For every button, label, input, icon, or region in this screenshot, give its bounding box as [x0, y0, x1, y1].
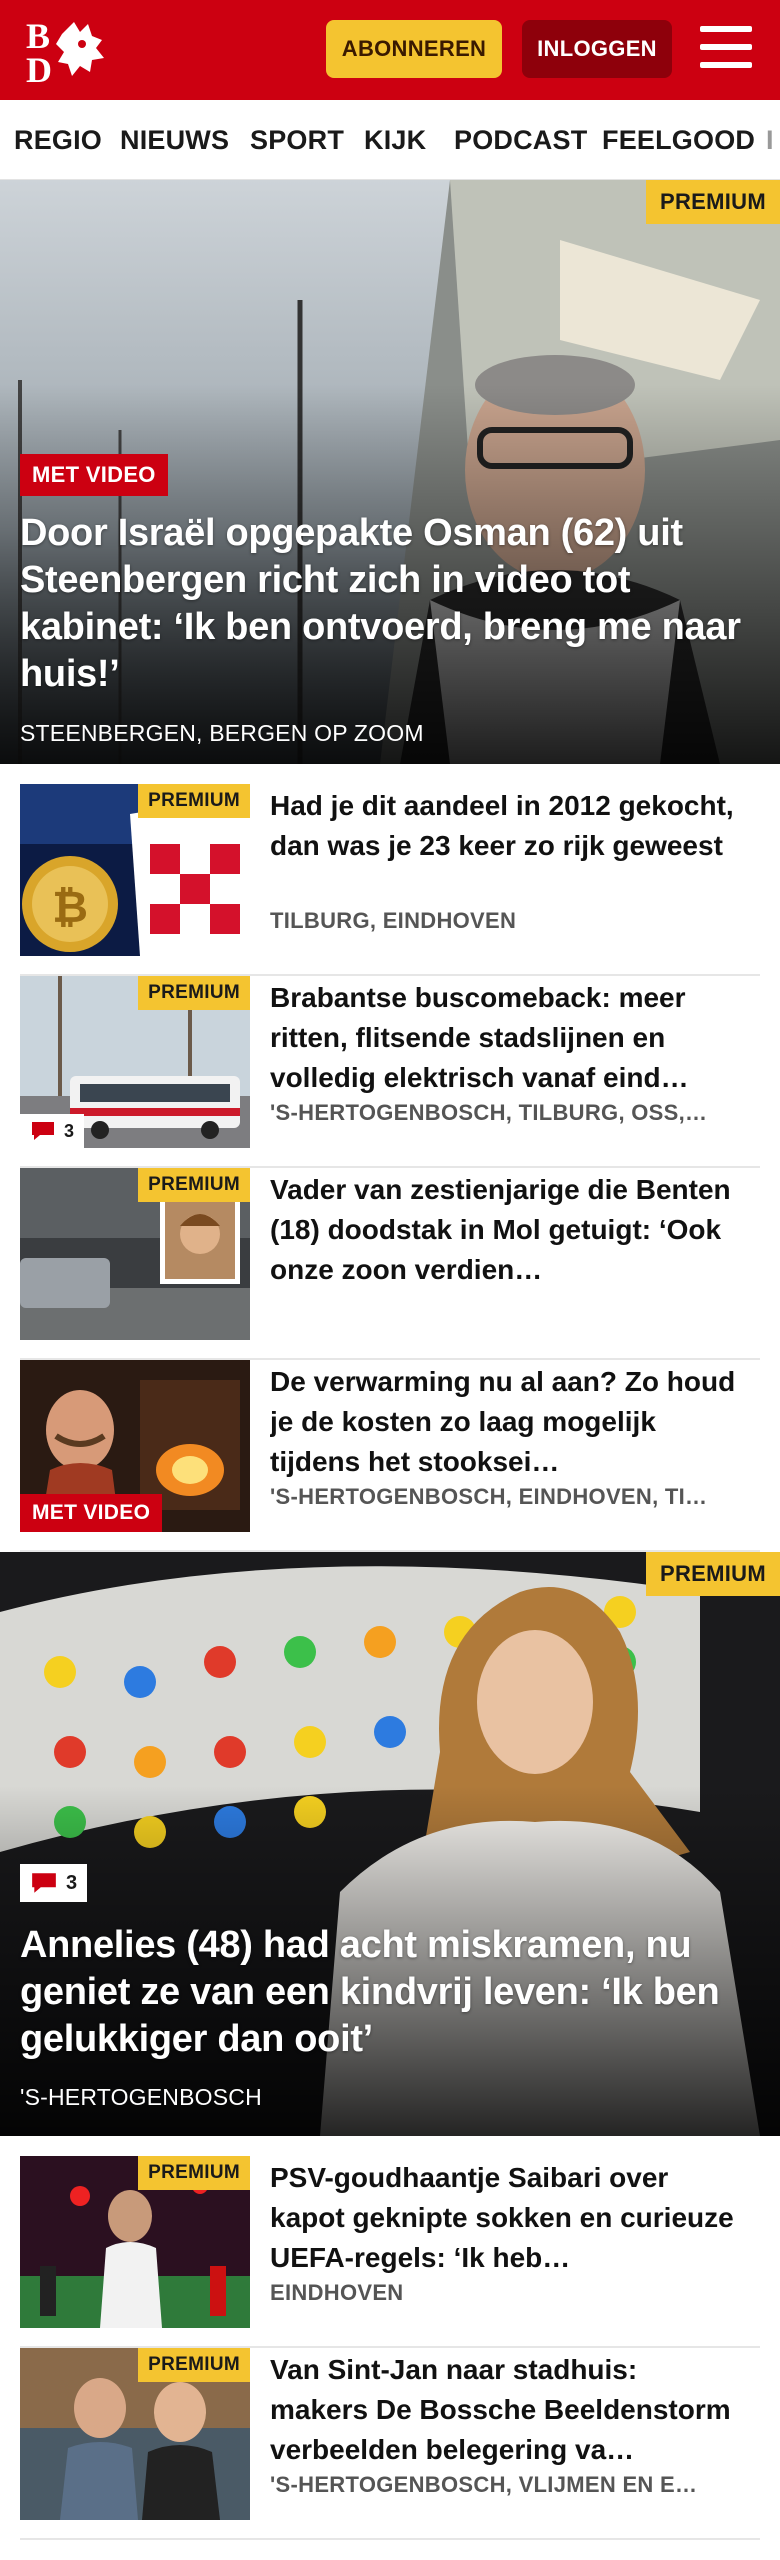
article-title[interactable]: Vader van zestienjarige die Benten (18) …: [270, 1170, 740, 1290]
comment-count: 3: [64, 1120, 75, 1141]
hero-article-2[interactable]: PREMIUM 3 Annelies (48) had acht miskram…: [0, 1552, 780, 2136]
section-nav: REGIO NIEUWS SPORT KIJK PODCAST FEELGOOD…: [0, 100, 780, 180]
nav-item-feelgood[interactable]: FEELGOOD: [602, 100, 755, 179]
comment-icon: [32, 1873, 56, 1893]
article-thumbnail: PREMIUM: [20, 2156, 250, 2328]
nav-item-podcast[interactable]: PODCAST: [454, 100, 587, 179]
comment-icon: [32, 1122, 54, 1140]
bd-logo[interactable]: B D: [22, 14, 122, 90]
subscribe-button[interactable]: ABONNEREN: [326, 20, 502, 78]
article-thumbnail: ₿ PREMIUM: [20, 784, 250, 956]
login-button[interactable]: INLOGGEN: [522, 20, 672, 78]
hero-title[interactable]: Annelies (48) had acht miskramen, nu gen…: [20, 1922, 760, 2063]
article-title[interactable]: De verwarming nu al aan? Zo houd je de k…: [270, 1362, 740, 1482]
nav-item-sport[interactable]: SPORT: [250, 100, 344, 179]
article-location: EINDHOVEN: [270, 2280, 404, 2305]
nav-item-more[interactable]: I: [766, 100, 774, 179]
list-item[interactable]: PREMIUM Vader van zestienjarige die Bent…: [20, 1168, 760, 1360]
article-location: 'S-HERTOGENBOSCH, EINDHOVEN, TI…: [270, 1484, 708, 1509]
list-item[interactable]: ₿ PREMIUM Had je dit aandeel in 2012 gek…: [20, 784, 760, 976]
article-location: 'S-HERTOGENBOSCH, TILBURG, OSS,…: [270, 1100, 708, 1125]
article-location: 'S-HERTOGENBOSCH, VLIJMEN EN E…: [270, 2472, 698, 2497]
list-item[interactable]: PREMIUM PSV-goudhaantje Saibari over kap…: [20, 2156, 760, 2348]
article-location: TILBURG, EINDHOVEN: [270, 908, 517, 933]
nav-item-regio[interactable]: REGIO: [14, 100, 102, 179]
svg-text:D: D: [26, 50, 52, 86]
video-badge: MET VIDEO: [20, 1494, 163, 1532]
premium-badge: PREMIUM: [646, 1552, 780, 1596]
hero-location: 'S-HERTOGENBOSCH: [20, 2084, 262, 2110]
premium-badge: PREMIUM: [138, 2348, 250, 2382]
article-thumbnail: MET VIDEO: [20, 1360, 250, 1532]
article-title[interactable]: PSV-goudhaantje Saibari over kapot gekni…: [270, 2158, 740, 2278]
hero-article[interactable]: PREMIUM MET VIDEO Door Israël opgepakte …: [0, 180, 780, 764]
list-item[interactable]: PREMIUM Van Sint-Jan naar stadhuis: make…: [20, 2348, 760, 2540]
comment-count-badge[interactable]: 3: [20, 1114, 85, 1148]
hero-location: STEENBERGEN, BERGEN OP ZOOM: [20, 720, 424, 746]
svg-text:₿: ₿: [52, 883, 88, 932]
article-thumbnail: PREMIUM: [20, 1168, 250, 1340]
premium-badge: PREMIUM: [646, 180, 780, 224]
article-title[interactable]: Had je dit aandeel in 2012 gekocht, dan …: [270, 786, 740, 866]
hero-title[interactable]: Door Israël opgepakte Osman (62) uit Ste…: [20, 510, 760, 698]
video-badge: MET VIDEO: [20, 454, 168, 496]
article-thumbnail: PREMIUM 3: [20, 976, 250, 1148]
list-item[interactable]: MET VIDEO De verwarming nu al aan? Zo ho…: [20, 1360, 760, 1552]
premium-badge: PREMIUM: [138, 1168, 250, 1202]
article-title[interactable]: Van Sint-Jan naar stadhuis: makers De Bo…: [270, 2350, 740, 2470]
top-header: B D ABONNEREN INLOGGEN: [0, 0, 780, 100]
nav-item-kijk[interactable]: KIJK: [364, 100, 426, 179]
comment-count-badge[interactable]: 3: [20, 1864, 88, 1902]
comment-count: 3: [66, 1871, 78, 1894]
nav-item-nieuws[interactable]: NIEUWS: [120, 100, 229, 179]
menu-icon[interactable]: [700, 26, 752, 72]
article-thumbnail: PREMIUM: [20, 2348, 250, 2520]
premium-badge: PREMIUM: [138, 2156, 250, 2190]
premium-badge: PREMIUM: [138, 976, 250, 1010]
premium-badge: PREMIUM: [138, 784, 250, 818]
article-title[interactable]: Brabantse buscomeback: meer ritten, flit…: [270, 978, 740, 1098]
list-item[interactable]: PREMIUM 3 Brabantse buscomeback: meer ri…: [20, 976, 760, 1168]
